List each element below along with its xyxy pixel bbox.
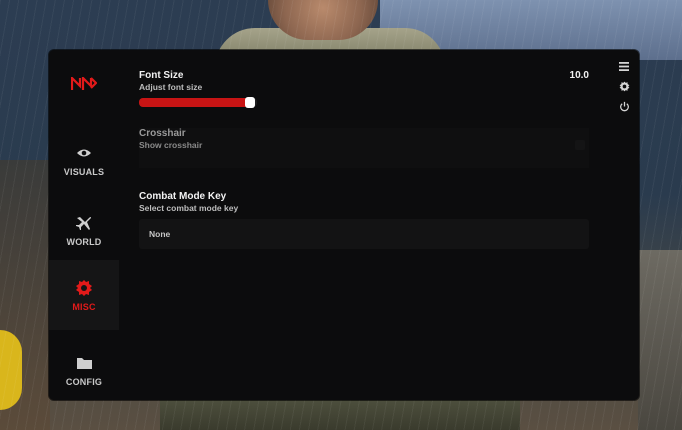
- settings-icon[interactable]: [617, 79, 631, 93]
- slider-fill: [139, 98, 253, 107]
- cheat-menu-window: VISUALS WORLD MISC CONFIG Font Size Adju…: [49, 50, 639, 400]
- power-icon[interactable]: [617, 99, 631, 113]
- setting-description: Select combat mode key: [139, 203, 239, 213]
- crosshair-setting[interactable]: Crosshair Show crosshair: [139, 128, 589, 168]
- sidebar-item-label: WORLD: [66, 237, 102, 247]
- font-size-setting: Font Size Adjust font size 10.0: [139, 70, 589, 112]
- font-size-value: 10.0: [569, 70, 589, 81]
- crosshair-toggle[interactable]: [575, 140, 585, 150]
- slider-thumb[interactable]: [245, 97, 255, 108]
- menu-icon[interactable]: [617, 59, 631, 73]
- setting-title: Font Size: [139, 70, 184, 81]
- setting-title: Combat Mode Key: [139, 191, 227, 202]
- sidebar-item-label: VISUALS: [63, 167, 105, 177]
- sidebar-item-world[interactable]: WORLD: [49, 195, 119, 265]
- folder-icon: [74, 353, 94, 373]
- setting-description: Show crosshair: [139, 140, 203, 150]
- gear-cog-icon: [74, 278, 94, 298]
- plane-icon: [74, 213, 94, 233]
- sidebar-item-config[interactable]: CONFIG: [49, 335, 119, 400]
- setting-description: Adjust font size: [139, 82, 203, 92]
- sidebar-item-visuals[interactable]: VISUALS: [49, 125, 119, 195]
- setting-title: Crosshair: [139, 128, 186, 139]
- right-toolbar: [609, 50, 639, 400]
- sidebar-item-label: CONFIG: [65, 377, 103, 387]
- sidebar: VISUALS WORLD MISC CONFIG: [49, 50, 119, 400]
- brand-logo: [49, 68, 119, 100]
- settings-panel: Font Size Adjust font size 10.0 Crosshai…: [139, 50, 599, 400]
- eye-icon: [74, 143, 94, 163]
- font-size-slider[interactable]: [139, 97, 257, 108]
- combat-mode-key-setting: Combat Mode Key Select combat mode key N…: [139, 191, 589, 261]
- sidebar-item-misc[interactable]: MISC: [49, 260, 119, 330]
- sidebar-item-label: MISC: [72, 302, 96, 312]
- combat-mode-key-dropdown[interactable]: None: [139, 219, 589, 249]
